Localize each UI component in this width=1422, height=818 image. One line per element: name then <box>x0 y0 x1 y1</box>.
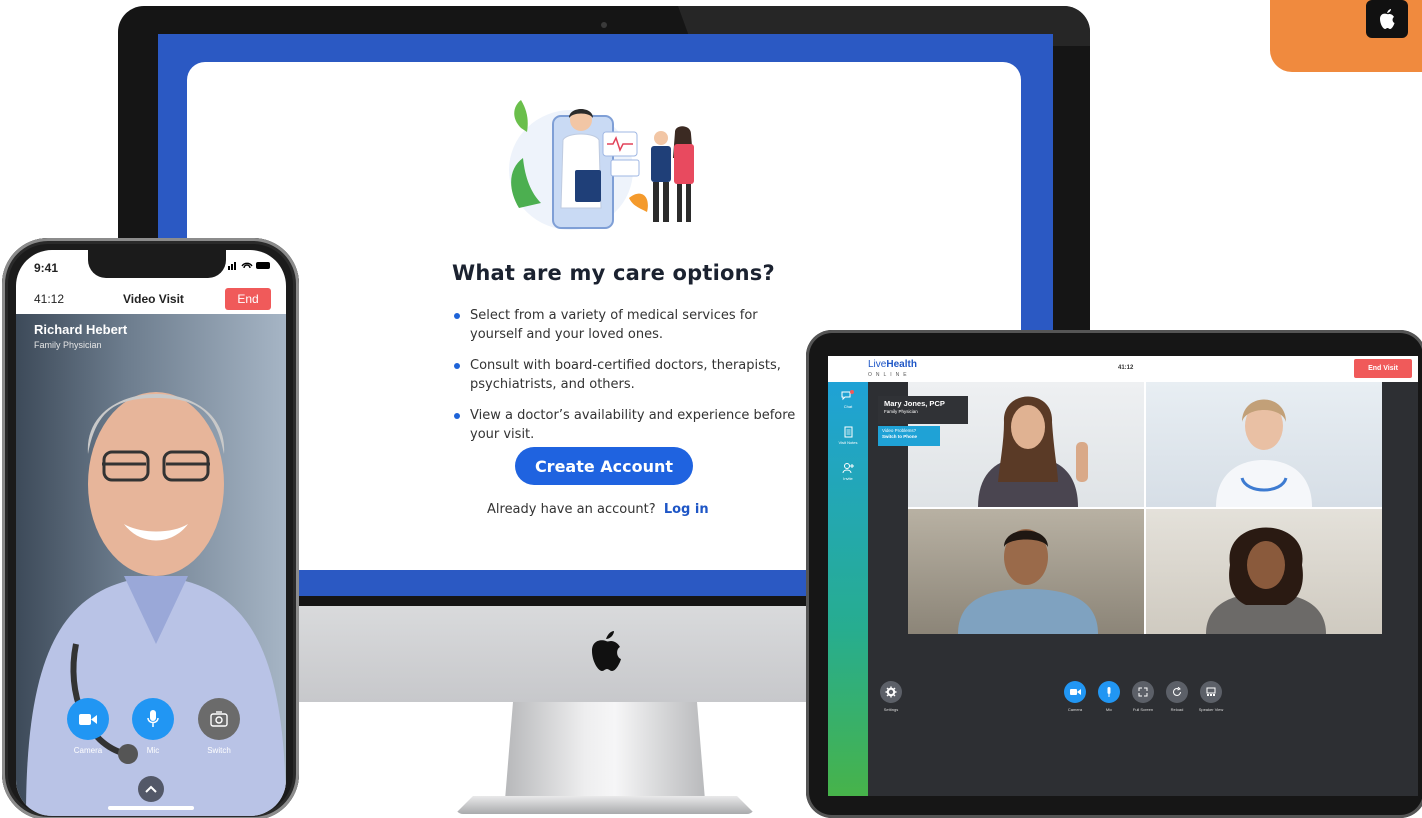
corner-badge <box>1270 0 1422 72</box>
call-controls: Camera Mic Switch <box>16 698 286 768</box>
microphone-icon <box>1107 686 1111 697</box>
end-call-button[interactable]: End <box>225 288 271 310</box>
fullscreen-button[interactable]: Full Screen <box>1132 681 1154 712</box>
mic-button[interactable] <box>132 698 174 740</box>
tablet-device: LiveHealth ONLINE 41:12 End Visit Chat V… <box>806 330 1422 818</box>
reload-icon <box>1173 687 1181 696</box>
doctor-role: Family Physician <box>34 340 102 350</box>
tablet-top-bar: LiveHealth ONLINE 41:12 End Visit <box>828 356 1418 382</box>
chat-icon <box>841 390 854 401</box>
participant-video <box>1206 527 1326 634</box>
chevron-up-icon[interactable] <box>138 776 164 802</box>
switch-camera-button[interactable] <box>198 698 240 740</box>
camera-button[interactable]: Camera <box>1064 681 1086 712</box>
imac-stand-neck <box>505 702 705 800</box>
control-label: Settings <box>883 707 899 712</box>
visit-timer: 41:12 <box>1118 365 1134 371</box>
camera-button[interactable] <box>67 698 109 740</box>
login-link[interactable]: Log in <box>664 502 709 517</box>
notes-icon <box>844 426 853 438</box>
fullscreen-icon <box>1138 687 1148 697</box>
control-label: Switch <box>207 746 231 755</box>
phone-device: 9:41 41:12 Video Visit End Richard Heber <box>2 238 299 818</box>
sidebar-item-label: Visit Notes <box>838 440 858 445</box>
apple-logo-icon <box>1366 0 1408 38</box>
logo-text: Live <box>868 359 887 370</box>
call-title: Video Visit <box>123 292 184 306</box>
signal-wifi-battery-icon <box>228 260 272 273</box>
doctor-name: Richard Hebert <box>34 322 128 337</box>
control-label: Speaker View <box>1198 707 1224 712</box>
doctor-video-feed: Richard Hebert Family Physician Camera M… <box>16 314 286 816</box>
call-timer: 41:12 <box>34 292 65 306</box>
video-camera-icon <box>1069 689 1081 695</box>
tablet-screen: LiveHealth ONLINE 41:12 End Visit Chat V… <box>828 356 1418 796</box>
sidebar-item-label: Chat <box>843 404 853 409</box>
mic-button[interactable]: Mic <box>1098 681 1120 712</box>
list-item: Select from a variety of medical service… <box>452 306 807 344</box>
speaker-view-button[interactable]: Speaker View <box>1199 681 1223 712</box>
add-person-icon <box>842 463 854 474</box>
phone-screen: 9:41 41:12 Video Visit End Richard Heber <box>16 250 286 816</box>
switch-to-phone-text: Switch to Phone <box>882 434 918 439</box>
doctor-consultation-illustration <box>509 100 694 230</box>
participant-name: Mary Jones, PCP <box>884 399 945 408</box>
microphone-icon <box>147 710 159 727</box>
imac-stand-foot <box>455 796 755 814</box>
control-label: Camera <box>73 746 103 755</box>
control-label: Mic <box>146 746 160 755</box>
apple-logo-icon <box>592 631 621 671</box>
gear-icon <box>885 686 897 698</box>
settings-button[interactable]: Settings <box>880 681 902 712</box>
sidebar-item-label: Invite <box>843 476 853 481</box>
video-tile[interactable] <box>908 509 1144 634</box>
logo-subtitle: ONLINE <box>868 372 911 378</box>
create-account-button[interactable]: Create Account <box>515 447 693 485</box>
list-item: Consult with board-certified doctors, th… <box>452 356 807 394</box>
logo-text-bold: Health <box>886 359 917 370</box>
video-grid <box>908 382 1382 634</box>
home-indicator <box>108 806 194 810</box>
reload-button[interactable]: Reload <box>1166 681 1188 712</box>
video-tile[interactable] <box>1146 382 1382 507</box>
call-header: 41:12 Video Visit End <box>16 286 286 312</box>
livehealth-logo: LiveHealth ONLINE <box>868 360 917 380</box>
care-options-list: Select from a variety of medical service… <box>452 306 807 456</box>
phone-notch <box>88 250 226 278</box>
page-title: What are my care options? <box>452 261 775 285</box>
participant-role: Family Physician <box>884 409 918 414</box>
sidebar-item-visit-notes[interactable]: Visit Notes <box>828 426 868 445</box>
participant-video <box>1216 399 1312 507</box>
switch-to-phone-button[interactable]: Video Problems? Switch to Phone <box>878 426 940 446</box>
video-tile[interactable] <box>1146 509 1382 634</box>
login-prompt-line: Already have an account? Log in <box>487 502 747 517</box>
speaker-view-icon <box>1206 687 1216 696</box>
sidebar-item-chat[interactable]: Chat <box>828 390 868 409</box>
video-camera-icon <box>79 713 97 725</box>
list-item: View a doctor’s availability and experie… <box>452 406 807 444</box>
tablet-sidebar: Chat Visit Notes Invite <box>828 382 868 796</box>
participant-info-card: Mary Jones, PCP Family Physician <box>878 396 968 424</box>
video-problems-text: Video Problems? <box>882 428 917 433</box>
participant-video <box>958 529 1098 634</box>
webcam-dot <box>601 22 607 28</box>
camera-switch-icon <box>210 711 228 727</box>
end-visit-button[interactable]: End Visit <box>1354 359 1412 378</box>
status-time: 9:41 <box>34 261 59 275</box>
login-prompt-text: Already have an account? <box>487 502 656 517</box>
sidebar-item-invite[interactable]: Invite <box>828 462 868 481</box>
